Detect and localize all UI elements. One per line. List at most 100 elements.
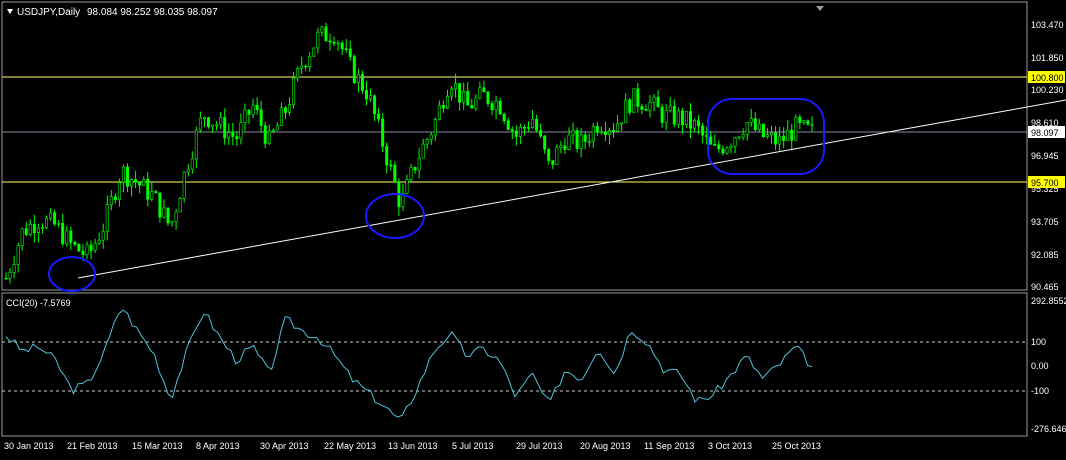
candle-body xyxy=(304,65,308,68)
support-price-label: 95.700 xyxy=(1031,178,1059,188)
annotation-circle-jun[interactable] xyxy=(365,193,425,239)
candle-body xyxy=(146,178,150,200)
candle-body xyxy=(445,95,449,109)
cci-tick: 292.8552 xyxy=(1031,296,1066,306)
candle-body xyxy=(77,243,81,252)
candle-body xyxy=(510,129,514,132)
candle-body xyxy=(458,83,462,103)
candle-body xyxy=(20,228,24,246)
candle-body xyxy=(668,105,672,111)
candle-body xyxy=(741,134,745,138)
cci-line-group xyxy=(5,309,813,418)
candle-body xyxy=(4,277,8,280)
candle-body xyxy=(360,74,364,91)
candle-body xyxy=(158,192,162,218)
candle-body xyxy=(417,157,421,171)
candle-body xyxy=(12,264,16,273)
candle-body xyxy=(636,88,640,107)
chart-menu-triangle-icon[interactable] xyxy=(7,9,13,14)
candle-body xyxy=(421,143,425,159)
date-tick: 22 May 2013 xyxy=(324,441,376,451)
candle-body xyxy=(259,109,263,126)
chart-canvas[interactable]: USDJPY,Daily 98.084 98.252 98.035 98.097… xyxy=(0,0,1066,455)
candle-body xyxy=(522,126,526,129)
price-tick: 100.230 xyxy=(1031,85,1064,95)
cci-tick: 0.00 xyxy=(1031,361,1049,371)
candle-body xyxy=(373,95,377,115)
candle-body xyxy=(713,144,717,146)
candle-body xyxy=(607,129,611,136)
candle-body xyxy=(567,134,571,150)
current-price-label: 98.097 xyxy=(1031,128,1059,138)
date-tick: 8 Apr 2013 xyxy=(196,441,240,451)
candle-body xyxy=(97,239,101,244)
candle-body xyxy=(620,122,624,125)
candle-body xyxy=(790,129,794,141)
candle-body xyxy=(130,179,134,187)
candle-body xyxy=(190,158,194,170)
candle-body xyxy=(769,132,773,136)
candle-body xyxy=(243,109,247,123)
candle-body xyxy=(599,131,603,134)
candle-body xyxy=(543,135,547,150)
candle-body xyxy=(255,104,259,111)
price-axis: 103.470 101.850 100.230 98.610 96.945 95… xyxy=(1031,20,1064,292)
candle-body xyxy=(275,125,279,131)
candle-body xyxy=(413,167,417,171)
shift-marker-icon[interactable] xyxy=(816,6,824,11)
candle-body xyxy=(8,272,12,279)
candle-body xyxy=(247,109,251,115)
candle-body xyxy=(502,113,506,122)
candle-body xyxy=(328,40,332,43)
candle-body xyxy=(737,136,741,139)
candle-body xyxy=(595,126,599,133)
candle-body xyxy=(405,179,409,194)
candle-body xyxy=(559,145,563,148)
candle-body xyxy=(409,167,413,180)
candle-body xyxy=(490,103,494,111)
candle-body xyxy=(126,166,130,187)
candle-body xyxy=(794,116,798,141)
candle-body xyxy=(757,123,761,130)
candle-body xyxy=(733,137,737,147)
candle-body xyxy=(348,48,352,57)
candle-body xyxy=(369,95,373,100)
date-tick: 11 Sep 2013 xyxy=(644,441,694,451)
date-tick: 13 Jun 2013 xyxy=(388,441,438,451)
candle-body xyxy=(85,244,89,255)
ohlc-values: 98.084 98.252 98.035 98.097 xyxy=(87,7,218,18)
candle-body xyxy=(308,55,312,67)
candle-body xyxy=(498,100,502,115)
trading-chart-window[interactable]: USDJPY,Daily 98.084 98.252 98.035 98.097… xyxy=(0,0,1066,455)
candle-body xyxy=(429,134,433,140)
candle-body xyxy=(664,109,668,123)
candle-body xyxy=(389,164,393,167)
annotation-circle-feb[interactable] xyxy=(48,256,96,292)
candle-body xyxy=(672,105,676,125)
candle-body xyxy=(385,146,389,166)
cci-label: CCI(20) -7.5769 xyxy=(6,298,71,308)
candle-body xyxy=(676,110,680,125)
candle-body xyxy=(89,244,93,251)
candle-body xyxy=(778,135,782,145)
date-axis: 30 Jan 2013 21 Feb 2013 15 Mar 2013 8 Ap… xyxy=(4,441,821,451)
candle-body xyxy=(478,87,482,99)
candle-body xyxy=(57,223,61,225)
candle-body xyxy=(555,147,559,165)
candle-body xyxy=(198,117,202,131)
candle-body xyxy=(61,223,65,245)
candle-body xyxy=(571,130,575,136)
candle-body xyxy=(170,221,174,224)
candle-body xyxy=(810,124,814,126)
date-tick: 5 Jul 2013 xyxy=(452,441,494,451)
candle-body xyxy=(219,117,223,126)
candle-body xyxy=(344,48,348,50)
candle-body xyxy=(283,107,287,113)
price-tick: 103.470 xyxy=(1031,20,1064,30)
candle-body xyxy=(332,41,336,44)
candle-body xyxy=(336,42,340,45)
price-pane-frame xyxy=(1,1,1028,291)
candle-body xyxy=(174,211,178,222)
candle-body xyxy=(506,120,510,130)
candle-body xyxy=(701,125,705,136)
